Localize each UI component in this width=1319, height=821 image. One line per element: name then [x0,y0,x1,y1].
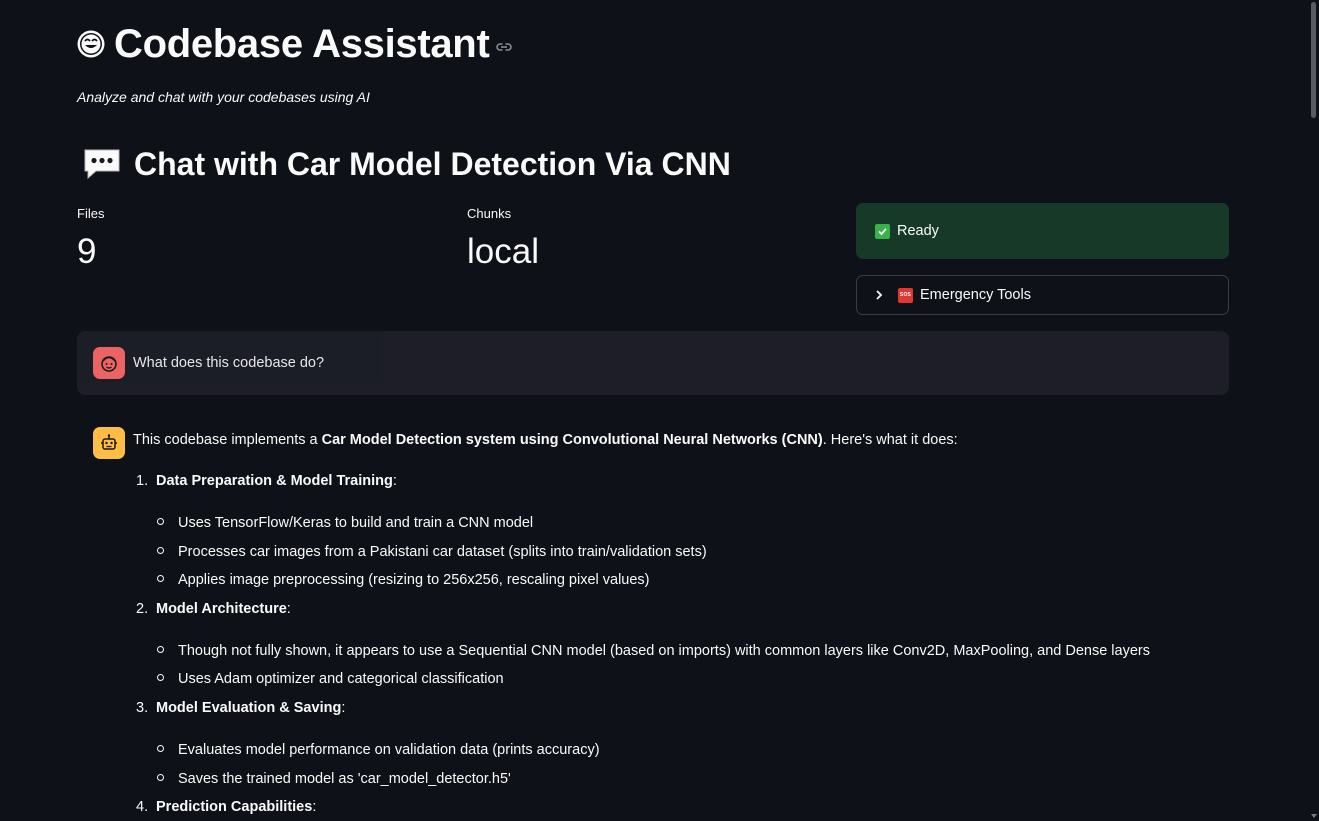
metric-chunks-label: Chunks [467,206,512,221]
scroll-down-icon[interactable] [1311,814,1317,818]
status-ready-box: Ready [856,203,1229,259]
sos-icon: SOS [898,287,913,303]
check-mark-icon [875,223,890,239]
list-item: Applies image preprocessing (resizing to… [157,571,650,589]
chat-header: Chat with Car Model Detection Via CNN [82,140,731,188]
list-item: Though not fully shown, it appears to us… [157,642,1150,660]
list-item: Uses Adam optimizer and categorical clas… [157,670,504,688]
user-avatar [93,347,125,379]
link-icon[interactable] [495,38,513,56]
chat-title: Chat with Car Model Detection Via CNN [134,146,731,182]
list-item: 1. Data Preparation & Model Training: [136,473,397,489]
list-item: 3. Model Evaluation & Saving: [136,700,346,716]
robot-icon [101,434,117,450]
speech-bubble-icon [84,149,120,180]
metric-files-value: 9 [77,232,97,271]
metric-files-label: Files [77,206,105,221]
list-item: 2. Model Architecture: [136,601,291,617]
bot-avatar [93,427,125,459]
chevron-right-icon [876,290,883,300]
app-title: Codebase Assistant [114,22,490,66]
list-item: Processes car images from a Pakistani ca… [157,543,707,561]
app-page: Codebase Assistant Analyze and chat with… [0,0,1319,821]
scrollbar-thumb[interactable] [1311,2,1316,118]
list-item: 4. Prediction Capabilities: [136,799,317,815]
list-item: Saves the trained model as 'car_model_de… [157,770,511,788]
scrollbar[interactable] [1309,0,1319,821]
emergency-tools-label: Emergency Tools [920,287,1031,303]
bot-intro-text: This codebase implements a Car Model Det… [133,432,958,448]
list-item: Uses TensorFlow/Keras to build and train… [157,514,533,532]
metric-chunks-value: local [467,232,539,271]
metric-chunks: Chunks local [467,206,539,274]
app-header: Codebase Assistant [76,18,513,70]
emergency-tools-expander[interactable]: SOS Emergency Tools [856,275,1229,315]
list-item: Evaluates model performance on validatio… [157,741,600,759]
user-message-text: What does this codebase do? [133,355,325,371]
smiling-face-icon [77,30,105,58]
user-message: What does this codebase do? [77,331,1229,395]
status-text: Ready [897,223,939,239]
user-face-icon [101,356,117,372]
app-subtitle: Analyze and chat with your codebases usi… [77,89,370,105]
metric-files: Files 9 [77,206,104,274]
